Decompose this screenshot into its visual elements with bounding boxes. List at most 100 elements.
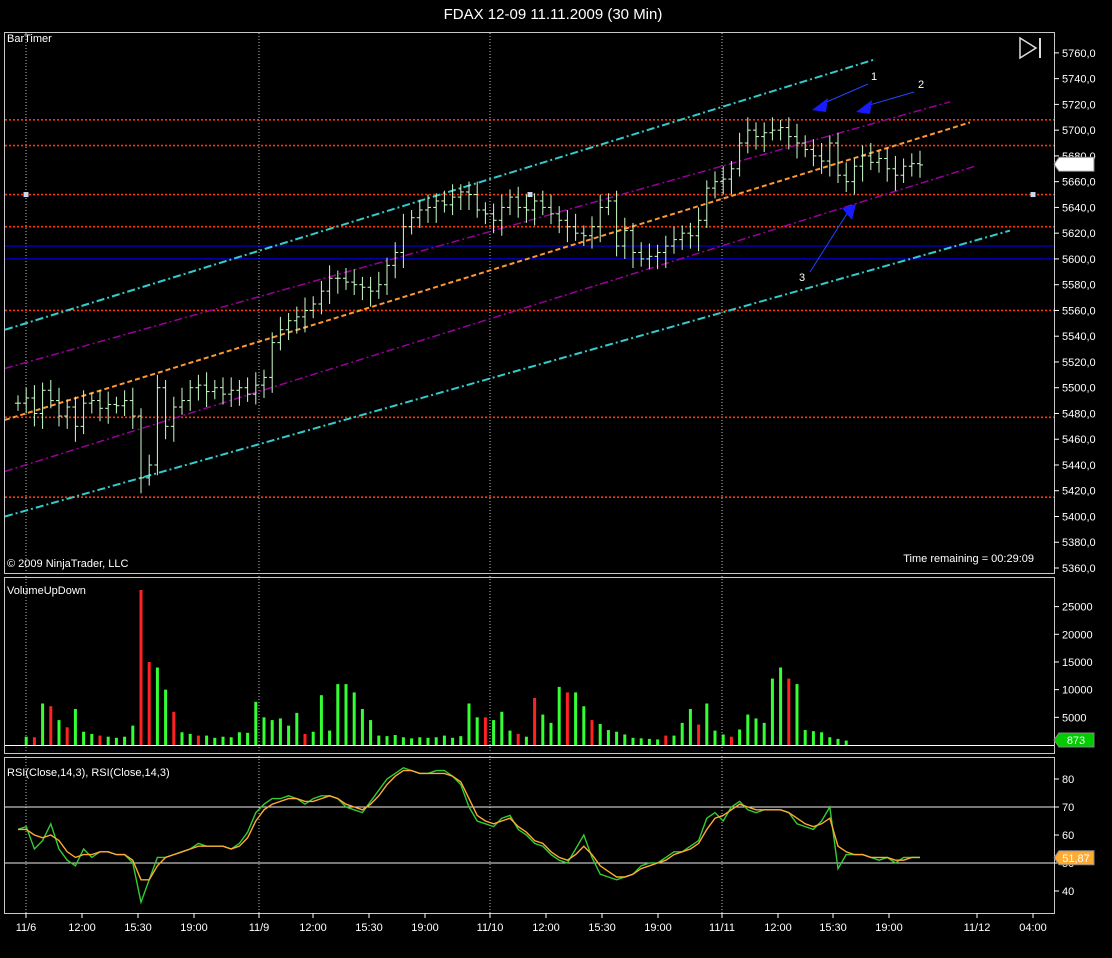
price-bar <box>548 194 554 225</box>
price-bars <box>15 117 923 494</box>
price-bar <box>892 155 899 191</box>
panel-frames <box>4 32 1055 914</box>
price-bar <box>777 119 784 141</box>
volume-bar <box>360 709 364 745</box>
volume-bar <box>262 717 266 745</box>
price-bar <box>539 190 546 216</box>
x-tick-label: 15:30 <box>124 922 152 934</box>
volume-bar <box>41 703 45 745</box>
volume-bar <box>147 661 151 745</box>
volume-bar <box>123 736 127 745</box>
price-bar <box>261 369 267 399</box>
volume-bar <box>582 706 586 745</box>
volume-bar <box>508 730 512 745</box>
volume-bar <box>82 731 86 745</box>
y-tick-label: 10000 <box>1062 685 1093 697</box>
volume-bar <box>32 737 36 745</box>
volume-bar <box>98 735 102 745</box>
y-tick-label: 5560,0 <box>1062 305 1096 317</box>
volume-bar <box>237 732 241 745</box>
price-bar <box>56 387 62 427</box>
lower-inner-channel <box>4 165 976 473</box>
volume-bar <box>434 737 438 745</box>
y-tick-label: 5380,0 <box>1062 537 1096 549</box>
volume-bar <box>738 729 742 745</box>
volume-bar <box>492 720 496 745</box>
mid-channel <box>4 121 971 421</box>
price-bar <box>113 396 120 414</box>
volume-bar <box>697 724 701 745</box>
bartimer-label: BarTimer <box>7 33 52 45</box>
volume-bars <box>5 590 1054 746</box>
y-tick-label: 5620,0 <box>1062 228 1096 240</box>
price-bar <box>105 391 112 424</box>
y-tick-label: 5540,0 <box>1062 331 1096 343</box>
price-bar <box>187 379 194 411</box>
volume-bar <box>779 667 783 745</box>
price-bar <box>129 387 136 429</box>
volume-bar <box>369 720 373 745</box>
volume-bar <box>106 736 110 745</box>
volume-bar <box>90 733 94 745</box>
x-tick-label: 11/10 <box>477 922 504 934</box>
level-handle <box>1030 192 1036 198</box>
volume-bar <box>820 732 824 745</box>
price-bar <box>80 390 87 435</box>
price-bar <box>15 395 21 411</box>
volume-bar <box>328 730 332 745</box>
volume-bar <box>729 736 733 745</box>
price-bar <box>400 213 407 268</box>
y-tick-label: 70 <box>1062 802 1074 814</box>
x-tick-label: 15:30 <box>355 922 383 934</box>
price-bar <box>876 150 882 173</box>
price-bar <box>761 122 768 153</box>
price-bar <box>220 377 226 405</box>
price-bar <box>23 387 30 414</box>
volume-bar <box>188 733 192 745</box>
time-remaining: Time remaining = 00:29:09 <box>903 553 1034 565</box>
price-bar <box>433 193 440 223</box>
volume-bar <box>606 730 610 745</box>
volume-bar <box>549 722 553 745</box>
volume-bar <box>278 718 282 745</box>
x-tick-label: 12:00 <box>68 922 96 934</box>
volume-bar <box>451 737 455 745</box>
y-tick-label: 5740,0 <box>1062 74 1096 86</box>
volume-bar <box>73 709 77 745</box>
price-bar <box>515 186 522 218</box>
volume-bar <box>459 736 463 745</box>
volume-bar <box>705 703 709 745</box>
volume-bar <box>287 725 291 745</box>
volume-bar <box>746 714 750 745</box>
volume-bar <box>180 732 184 745</box>
play-step-icon[interactable] <box>1019 36 1041 60</box>
volume-bar <box>344 684 348 745</box>
volume-bar <box>336 684 340 745</box>
price-bar <box>351 269 358 295</box>
y-tick-label: 5500,0 <box>1062 383 1096 395</box>
price-bar <box>236 379 243 406</box>
volume-bar <box>721 734 725 745</box>
y-tick-label: 5720,0 <box>1062 99 1096 111</box>
volume-bar <box>795 684 799 745</box>
annotation-number: 1 <box>871 71 877 83</box>
volume-bar <box>787 678 791 745</box>
y-tick-label: 5760,0 <box>1062 48 1096 60</box>
x-tick-label: 11/6 <box>16 922 37 934</box>
price-bar <box>482 202 489 225</box>
price-bar <box>851 158 858 195</box>
price-bar <box>170 396 177 442</box>
price-bar <box>47 379 54 409</box>
volume-bar <box>164 689 168 745</box>
price-bar <box>179 387 185 415</box>
price-bar <box>531 193 538 226</box>
volume-bar <box>410 738 414 745</box>
price-bar <box>621 217 628 259</box>
volume-bar <box>196 735 200 745</box>
price-bar <box>826 135 833 177</box>
x-tick-label: 12:00 <box>532 922 560 934</box>
price-bar <box>310 296 317 319</box>
price-bar <box>408 209 415 235</box>
price-bar <box>449 184 456 216</box>
y-tick-label: 25000 <box>1062 602 1093 614</box>
